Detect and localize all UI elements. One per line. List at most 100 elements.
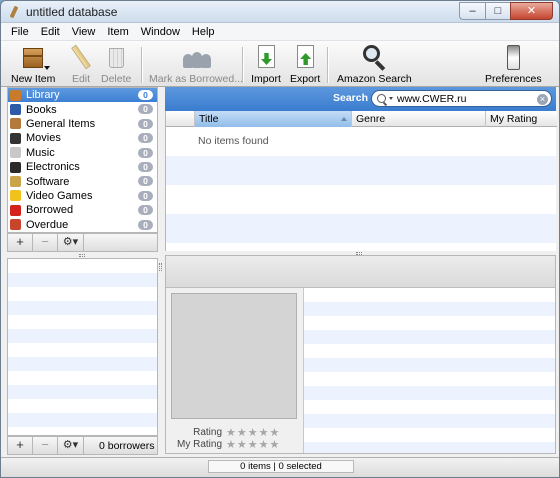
borrowers-list [7,258,158,436]
delete-label: Delete [101,73,132,85]
menu-view[interactable]: View [66,26,102,38]
preferences-label: Preferences [485,73,542,85]
software-icon [10,176,21,188]
delete-button[interactable]: Delete [101,44,131,85]
new-item-dropdown-icon[interactable] [44,66,50,70]
menu-window[interactable]: Window [135,26,186,38]
item-count-badge: 0 [138,161,153,172]
source-item-label: Software [26,175,70,188]
item-count-badge: 0 [138,147,153,158]
cover-image-placeholder [171,293,297,419]
empty-message: No items found [198,135,269,147]
add-borrower-button[interactable]: + [8,436,33,455]
minimize-button[interactable]: – [459,1,485,20]
remove-borrower-button[interactable]: − [33,436,58,455]
source-item-general-items[interactable]: General Items 0 [8,117,157,131]
library-icon [10,89,21,101]
mark-borrowed-label: Mark as Borrowed... [149,73,243,85]
maximize-button[interactable]: □ [485,1,510,20]
export-icon [290,44,320,71]
search-input[interactable] [397,92,532,105]
no-entry-icon [10,204,21,216]
electronics-icon [10,161,21,173]
source-list-controls: + − ⚙▾ [7,233,158,252]
window-title: untitled database [26,4,118,19]
column-header-title[interactable]: Title [195,111,352,127]
menu-bar: File Edit View Item Window Help [1,23,559,41]
source-item-library[interactable]: Library 0 [8,88,157,103]
table-header: Title Genre My Rating [166,111,557,127]
edit-button[interactable]: Edit [66,44,96,85]
toolbar-separator [327,47,328,83]
search-options-dropdown-icon[interactable] [389,97,393,100]
mark-borrowed-button[interactable]: Mark as Borrowed... [149,44,243,85]
preferences-button[interactable]: Preferences [485,44,542,85]
source-item-software[interactable]: Software 0 [8,174,157,188]
menu-item[interactable]: Item [101,26,134,38]
app-window: untitled database – □ ✕ File Edit View I… [0,0,560,478]
my-rating-stars[interactable]: ★★★★★ [226,438,280,451]
amazon-search-button[interactable]: Amazon Search [337,44,412,85]
export-label: Export [290,73,321,85]
source-item-borrowed[interactable]: Borrowed 0 [8,203,157,217]
items-table: Title Genre My Rating No items found [165,111,557,251]
source-item-video-games[interactable]: Video Games 0 [8,189,157,203]
source-item-electronics[interactable]: Electronics 0 [8,160,157,174]
source-item-music[interactable]: Music 0 [8,146,157,160]
export-button[interactable]: Export [290,44,320,85]
borrower-controls: + − ⚙▾ 0 borrowers [7,436,158,455]
source-item-label: Library [26,89,60,102]
borrower-count: 0 borrowers [99,440,155,452]
source-item-label: Music [26,146,55,159]
item-count-badge: 0 [138,133,153,144]
sort-ascending-icon [341,117,347,121]
status-text: 0 items | 0 selected [208,460,354,473]
source-item-label: Electronics [26,161,80,174]
remove-source-button[interactable]: − [33,233,58,252]
menu-help[interactable]: Help [186,26,221,38]
import-label: Import [251,73,281,85]
source-gear-menu-button[interactable]: ⚙▾ [58,233,84,252]
column-header-blank [166,111,195,127]
cover-panel: Rating ★★★★★ My Rating ★★★★★ [166,288,304,453]
column-header-my-rating[interactable]: My Rating [486,111,557,127]
left-splitter-grip[interactable] [79,254,85,257]
search-bar: Search × [165,87,556,111]
source-item-books[interactable]: Books 0 [8,102,157,116]
amazon-search-label: Amazon Search [337,73,412,85]
trash-icon [101,44,131,71]
source-item-label: Books [26,103,57,116]
search-field[interactable]: × [371,90,552,107]
source-item-label: Movies [26,132,61,145]
toolbar-separator [242,47,243,83]
people-icon [181,44,211,71]
new-item-button[interactable]: New Item [11,44,55,85]
source-item-overdue[interactable]: Overdue 0 [8,218,157,232]
rating-label: Rating [193,427,222,438]
status-bar: 0 items | 0 selected [1,457,559,477]
source-item-label: Video Games [26,189,93,202]
smiley-icon [10,190,21,202]
import-button[interactable]: Import [251,44,281,85]
box-icon [10,118,21,130]
magnifier-icon [359,44,389,71]
source-item-movies[interactable]: Movies 0 [8,131,157,145]
source-list: Library 0 Books 0 General Items 0 Movies 0 Music… [7,87,158,233]
vertical-splitter-grip[interactable] [159,263,162,271]
menu-file[interactable]: File [5,26,35,38]
clear-search-icon[interactable]: × [537,93,548,105]
search-icon[interactable] [377,94,386,103]
source-item-label: General Items [26,117,96,130]
item-detail-pane: Rating ★★★★★ My Rating ★★★★★ [165,255,556,454]
column-header-genre[interactable]: Genre [352,111,486,127]
menu-edit[interactable]: Edit [35,26,66,38]
close-button[interactable]: ✕ [510,1,553,20]
item-count-badge: 0 [138,90,153,100]
my-rating-row: My Rating ★★★★★ [166,439,304,451]
borrower-gear-menu-button[interactable]: ⚙▾ [58,436,84,455]
books-icon [10,104,21,116]
item-count-badge: 0 [138,104,153,115]
toolbar-separator [141,47,142,83]
clapperboard-icon [10,132,21,144]
add-source-button[interactable]: + [8,233,33,252]
